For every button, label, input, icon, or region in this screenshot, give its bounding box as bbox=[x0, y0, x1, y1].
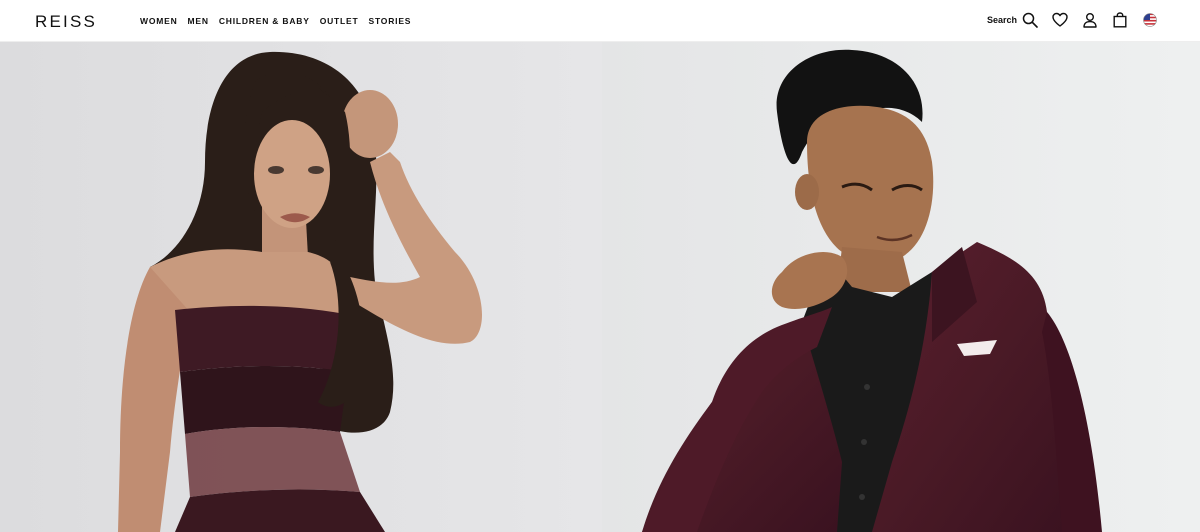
hero-banner bbox=[0, 42, 1200, 532]
heart-icon[interactable] bbox=[1052, 12, 1068, 28]
man-model-image bbox=[602, 42, 1200, 532]
main-nav: WOMEN MEN CHILDREN & BABY OUTLET STORIES bbox=[140, 16, 411, 26]
header-utilities: Search bbox=[987, 12, 1158, 28]
woman-model-image bbox=[0, 42, 602, 532]
hero-panel-women[interactable] bbox=[0, 42, 602, 532]
nav-item-stories[interactable]: STORIES bbox=[369, 16, 412, 26]
us-flag-icon[interactable] bbox=[1142, 12, 1158, 28]
nav-item-outlet[interactable]: OUTLET bbox=[320, 16, 359, 26]
account-icon[interactable] bbox=[1082, 12, 1098, 28]
hero-panel-men[interactable] bbox=[602, 42, 1200, 532]
reiss-logo[interactable]: REISS bbox=[35, 12, 97, 32]
site-header: REISS WOMEN MEN CHILDREN & BABY OUTLET S… bbox=[0, 0, 1200, 42]
nav-item-women[interactable]: WOMEN bbox=[140, 16, 178, 26]
search-label[interactable]: Search bbox=[987, 15, 1017, 25]
nav-item-men[interactable]: MEN bbox=[188, 16, 209, 26]
nav-item-children-baby[interactable]: CHILDREN & BABY bbox=[219, 16, 310, 26]
search-icon[interactable] bbox=[1022, 12, 1038, 28]
bag-icon[interactable] bbox=[1112, 12, 1128, 28]
